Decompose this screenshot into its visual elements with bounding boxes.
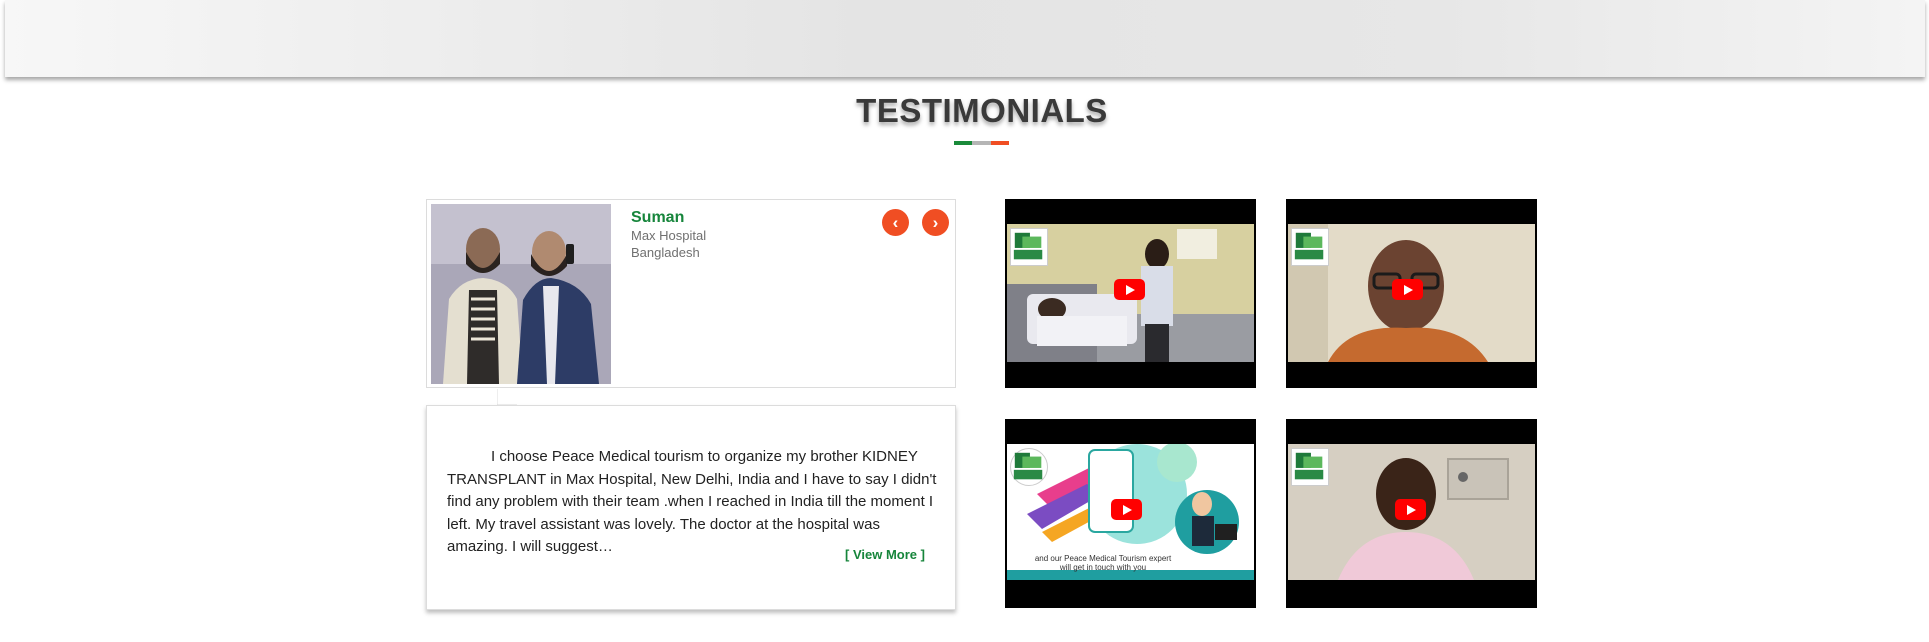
next-testimonial-button[interactable]: ›: [922, 209, 949, 236]
title-divider: [954, 141, 1009, 145]
video-frame: and our Peace Medical Tourism expert wil…: [1007, 444, 1254, 580]
video-thumbnail-3[interactable]: and our Peace Medical Tourism expert wil…: [1005, 419, 1256, 608]
peace-logo: [1010, 228, 1048, 266]
chevron-right-icon: ›: [932, 213, 939, 232]
youtube-play-icon[interactable]: [1392, 279, 1423, 300]
testimonial-quote-card: I choose Peace Medical tourism to organi…: [426, 405, 956, 610]
video-caption: and our Peace Medical Tourism expert wil…: [1034, 554, 1172, 572]
peace-logo: [1291, 228, 1329, 266]
testimonial-country: Bangladesh: [631, 245, 700, 260]
previous-testimonial-button[interactable]: ‹: [882, 209, 909, 236]
video-frame: [1288, 224, 1535, 362]
section-title: TESTIMONIALS: [856, 92, 1108, 129]
video-thumbnail-1[interactable]: [1005, 199, 1256, 388]
youtube-play-icon[interactable]: [1395, 499, 1426, 520]
testimonial-profile-card: Suman Max Hospital Bangladesh ‹ ›: [426, 199, 956, 388]
view-more-link[interactable]: [ View More ]: [845, 547, 925, 562]
divider-green: [954, 141, 973, 145]
testimonial-quote: I choose Peace Medical tourism to organi…: [447, 448, 937, 555]
youtube-play-icon[interactable]: [1114, 279, 1145, 300]
video-frame: [1007, 224, 1254, 362]
quote-pointer-tail: [497, 389, 517, 405]
divider-orange: [990, 141, 1009, 145]
chevron-left-icon: ‹: [892, 213, 899, 232]
testimonial-photo: [431, 204, 611, 384]
testimonial-name: Suman: [631, 209, 685, 226]
testimonial-hospital: Max Hospital: [631, 228, 707, 243]
youtube-play-icon[interactable]: [1111, 499, 1142, 520]
peace-logo: [1010, 448, 1048, 486]
divider-grey: [972, 141, 991, 145]
peace-logo: [1291, 448, 1329, 486]
header-bar: [5, 0, 1925, 77]
video-thumbnail-2[interactable]: [1286, 199, 1537, 388]
video-frame: [1288, 444, 1535, 580]
video-thumbnail-4[interactable]: [1286, 419, 1537, 608]
